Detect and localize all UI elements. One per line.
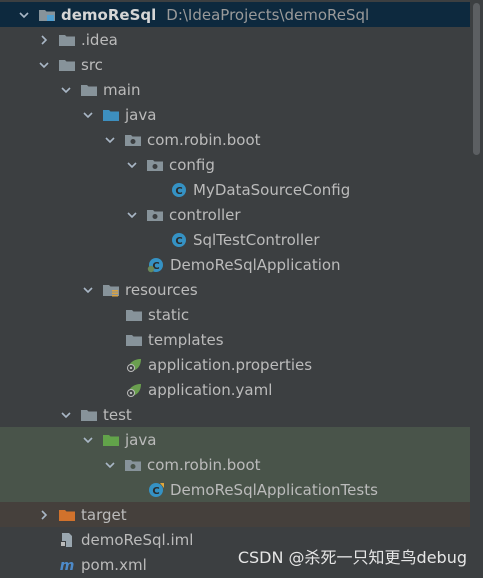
tree-row-java-test[interactable]: java [0, 427, 470, 452]
package-icon [124, 132, 142, 148]
class-icon: C [170, 182, 188, 198]
folder-icon [58, 32, 76, 48]
folder-icon [80, 407, 98, 423]
chevron-down-icon[interactable] [80, 107, 96, 123]
project-path: D:\IdeaProjects\demoReSql [166, 5, 370, 24]
svg-text:C: C [152, 486, 159, 497]
test-class-icon: C [147, 482, 165, 498]
tree-row-config[interactable]: config [0, 152, 470, 177]
test-source-folder-icon [102, 432, 120, 448]
tree-row-target[interactable]: target [0, 502, 470, 527]
tree-item-label: java [125, 105, 157, 124]
source-folder-icon [102, 107, 120, 123]
svg-text:C: C [175, 186, 182, 197]
svg-text:m: m [60, 558, 75, 573]
chevron-down-icon[interactable] [102, 132, 118, 148]
folder-icon [125, 332, 143, 348]
chevron-down-icon[interactable] [124, 157, 140, 173]
tree-item-label: test [103, 405, 132, 424]
tree-item-label: src [81, 55, 103, 74]
tree-item-label: main [103, 80, 141, 99]
tree-item-label: java [125, 430, 157, 449]
svg-text:C: C [175, 236, 182, 247]
package-icon [124, 457, 142, 473]
project-tree: demoReSql D:\IdeaProjects\demoReSql .ide… [0, 0, 483, 578]
tree-row-java-main[interactable]: java [0, 102, 470, 127]
tree-row-test[interactable]: test [0, 402, 470, 427]
chevron-down-icon[interactable] [80, 432, 96, 448]
chevron-down-icon[interactable] [36, 57, 52, 73]
tree-item-label: application.properties [148, 355, 313, 374]
package-icon [146, 157, 164, 173]
folder-icon [125, 307, 143, 323]
tree-item-label: DemoReSqlApplicationTests [170, 480, 378, 499]
spring-boot-class-icon: C [147, 257, 165, 273]
spring-config-icon [125, 382, 143, 398]
tree-row-demoresqlapplication[interactable]: C DemoReSqlApplication [0, 252, 470, 277]
tree-row-root[interactable]: demoReSql D:\IdeaProjects\demoReSql [0, 2, 470, 27]
project-name: demoReSql [61, 5, 157, 24]
tree-item-label: static [148, 305, 190, 324]
chevron-down-icon[interactable] [58, 82, 74, 98]
folder-icon [58, 57, 76, 73]
excluded-folder-icon [58, 507, 76, 523]
scrollbar-thumb[interactable] [473, 3, 480, 155]
tree-row-sqltestcontroller[interactable]: C SqlTestController [0, 227, 470, 252]
tree-row-src[interactable]: src [0, 52, 470, 77]
tree-item-label: pom.xml [81, 555, 147, 574]
tree-item-label: config [169, 155, 215, 174]
iml-file-icon [58, 532, 76, 548]
resources-folder-icon [102, 282, 120, 298]
tree-row-main[interactable]: main [0, 77, 470, 102]
tree-row-templates[interactable]: templates [0, 327, 470, 352]
module-folder-icon [38, 7, 56, 23]
tree-item-label: templates [148, 330, 224, 349]
tree-row-application-properties[interactable]: application.properties [0, 352, 470, 377]
tree-item-label: resources [125, 280, 198, 299]
tree-item-label: DemoReSqlApplication [170, 255, 341, 274]
chevron-down-icon[interactable] [124, 207, 140, 223]
chevron-right-icon[interactable] [36, 507, 52, 523]
tree-row-package-test[interactable]: com.robin.boot [0, 452, 470, 477]
tree-row-package[interactable]: com.robin.boot [0, 127, 470, 152]
tree-row-idea[interactable]: .idea [0, 27, 470, 52]
chevron-down-icon[interactable] [80, 282, 96, 298]
tree-row-application-yaml[interactable]: application.yaml [0, 377, 470, 402]
maven-file-icon: m [58, 557, 76, 573]
class-icon: C [170, 232, 188, 248]
chevron-down-icon[interactable] [102, 457, 118, 473]
chevron-right-icon[interactable] [36, 32, 52, 48]
tree-item-label: com.robin.boot [147, 130, 261, 149]
tree-row-controller[interactable]: controller [0, 202, 470, 227]
chevron-down-icon[interactable] [16, 7, 32, 23]
tree-item-label: com.robin.boot [147, 455, 261, 474]
tree-item-label: controller [169, 205, 241, 224]
chevron-down-icon[interactable] [58, 407, 74, 423]
spring-config-icon [125, 357, 143, 373]
tree-row-mydatasourceconfig[interactable]: C MyDataSourceConfig [0, 177, 470, 202]
tree-row-static[interactable]: static [0, 302, 470, 327]
vertical-scrollbar[interactable] [470, 0, 483, 578]
tree-item-label: application.yaml [148, 380, 273, 399]
tree-item-label: .idea [81, 30, 118, 49]
tree-item-label: SqlTestController [193, 230, 320, 249]
tree-row-demoresqlapplicationtests[interactable]: C DemoReSqlApplicationTests [0, 477, 470, 502]
tree-item-label: target [81, 505, 127, 524]
folder-icon [80, 82, 98, 98]
package-icon [146, 207, 164, 223]
tree-row-resources[interactable]: resources [0, 277, 470, 302]
tree-item-label: MyDataSourceConfig [193, 180, 351, 199]
watermark: CSDN @杀死一只知更鸟debug [237, 548, 467, 567]
tree-item-label: demoReSql.iml [81, 530, 194, 549]
